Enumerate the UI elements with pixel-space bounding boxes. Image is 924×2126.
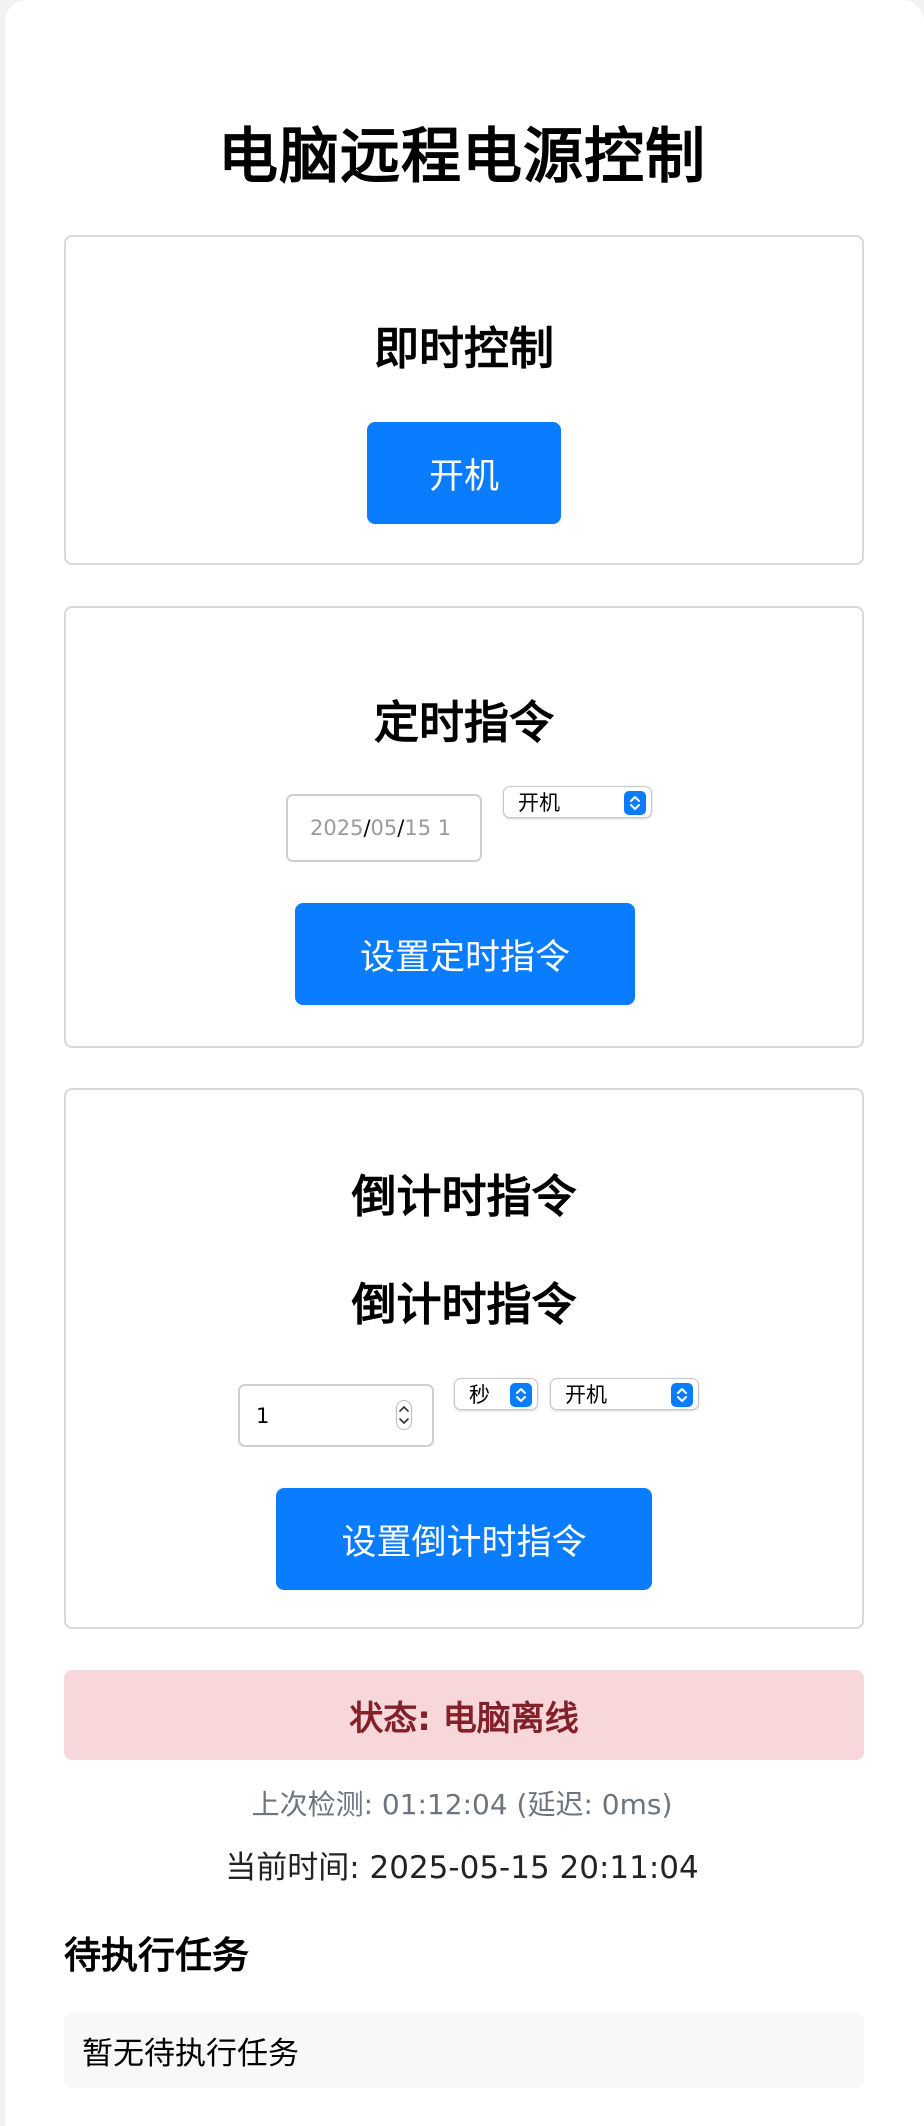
datetime-year: 2025 [310, 816, 364, 840]
datetime-separator: / [397, 816, 405, 840]
datetime-input[interactable]: 2025 / 05 / 15 1 [286, 794, 482, 862]
countdown-amount-input[interactable]: 1 [238, 1384, 434, 1447]
updown-chevron-icon [671, 1383, 693, 1407]
countdown-unit-select[interactable]: 秒 [454, 1378, 538, 1410]
countdown-action-value: 开机 [565, 1383, 607, 1407]
updown-chevron-icon [624, 791, 646, 815]
countdown-command-subtitle: 倒计时指令 [351, 1278, 577, 1331]
page-title: 电脑远程电源控制 [218, 122, 706, 192]
datetime-month: 05 [370, 816, 398, 840]
scheduled-command-card: 定时指令 2025 / 05 / 15 1 开机 设置定时指令 [64, 606, 864, 1048]
instant-control-card: 即时控制 开机 [64, 235, 864, 565]
datetime-day: 15 1 [404, 816, 452, 840]
power-on-button[interactable]: 开机 [367, 422, 561, 524]
pending-tasks-empty: 暂无待执行任务 [64, 2013, 864, 2088]
countdown-command-card: 倒计时指令 倒计时指令 1 秒 开机 设置倒计时指令 [64, 1088, 864, 1629]
last-check-text: 上次检测: 01:12:04 (延迟: 0ms) [251, 1788, 673, 1821]
pending-tasks-title: 待执行任务 [64, 1934, 249, 1977]
set-scheduled-command-button[interactable]: 设置定时指令 [295, 903, 635, 1005]
number-spinner-icon[interactable] [396, 1400, 412, 1435]
countdown-action-select[interactable]: 开机 [550, 1378, 699, 1410]
status-badge: 状态: 电脑离线 [64, 1670, 864, 1760]
current-time-text: 当前时间: 2025-05-15 20:11:04 [225, 1850, 699, 1886]
scheduled-action-value: 开机 [518, 791, 560, 815]
countdown-amount-value: 1 [256, 1403, 270, 1428]
scheduled-command-title: 定时指令 [373, 696, 554, 749]
datetime-separator: / [363, 816, 371, 840]
countdown-command-title: 倒计时指令 [351, 1170, 577, 1223]
instant-control-title: 即时控制 [373, 322, 554, 375]
updown-chevron-icon [510, 1383, 532, 1407]
set-countdown-command-button[interactable]: 设置倒计时指令 [276, 1488, 652, 1590]
countdown-unit-value: 秒 [469, 1383, 490, 1407]
scheduled-action-select[interactable]: 开机 [503, 786, 652, 818]
